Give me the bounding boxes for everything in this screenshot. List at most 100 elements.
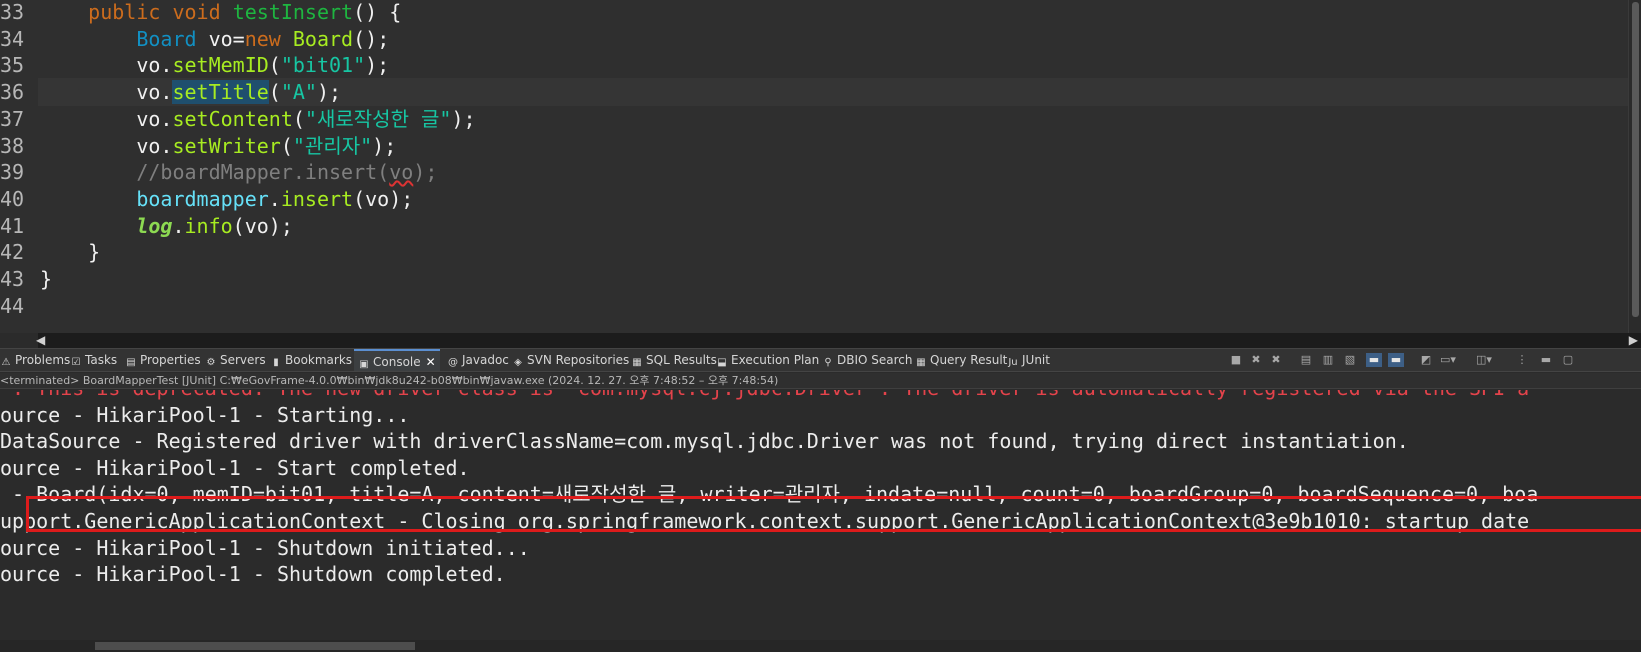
- code-token: () {: [353, 0, 402, 24]
- code-token: (: [292, 106, 305, 131]
- code-line[interactable]: 41 log.info(vo);: [0, 212, 1628, 240]
- show-on-stdout-icon[interactable]: ▬: [1366, 353, 1382, 367]
- code-line[interactable]: 35 vo.setMemID("bit01");: [0, 51, 1628, 79]
- code-token: );: [316, 80, 342, 105]
- console-line: ource - HikariPool-1 - Starting...: [0, 402, 410, 427]
- bookmarks-icon: ▮: [273, 357, 279, 368]
- clear-console-icon[interactable]: ▤: [1298, 353, 1314, 367]
- remove-launch-icon[interactable]: ✖: [1248, 353, 1264, 367]
- code-token: (: [268, 53, 281, 78]
- tab-execution-plan[interactable]: ⬓ Execution Plan: [716, 349, 819, 371]
- code-token: "관리자": [292, 133, 373, 158]
- scroll-left-icon[interactable]: ◀: [36, 333, 45, 348]
- line-number: 39: [0, 160, 25, 185]
- line-number: 35: [0, 53, 25, 78]
- tab-query-result[interactable]: ▦ Query Result: [915, 349, 1007, 371]
- code-line[interactable]: 37 vo.setContent("새로작성한 글");: [0, 105, 1628, 133]
- tab-bookmarks[interactable]: ▮ Bookmarks: [270, 349, 352, 371]
- code-token: .: [172, 213, 185, 238]
- code-text: vo.setContent("새로작성한 글");: [40, 105, 476, 133]
- open-console-icon[interactable]: ◫▾: [1476, 353, 1492, 367]
- line-number: 44: [0, 293, 25, 318]
- console-line: ource - HikariPool-1 - Shutdown initiate…: [0, 535, 530, 560]
- code-line[interactable]: 36 vo.setTitle("A");: [0, 78, 1628, 107]
- tab-servers[interactable]: ⚙ Servers: [205, 349, 266, 371]
- view-menu-icon[interactable]: ⋮: [1514, 353, 1530, 367]
- tab-label: Console: [373, 355, 421, 369]
- console-horizontal-scrollbar-thumb[interactable]: [95, 642, 415, 650]
- tab-label: Javadoc: [462, 353, 509, 367]
- tab-sql-results[interactable]: ▦ SQL Results: [631, 349, 717, 371]
- minimize-icon[interactable]: ▬: [1538, 353, 1554, 367]
- tab-junit[interactable]: Ju JUnit: [1007, 349, 1050, 371]
- console-line: ource - HikariPool-1 - Shutdown complete…: [0, 562, 506, 587]
- scroll-lock-icon[interactable]: ▥: [1320, 353, 1336, 367]
- console-line: ource - HikariPool-1 - Start completed.: [0, 455, 470, 480]
- tab-properties[interactable]: ▤ Properties: [125, 349, 200, 371]
- code-token: setContent: [172, 106, 293, 131]
- code-token: vo.: [40, 106, 173, 131]
- code-token: vo.: [40, 133, 173, 158]
- code-line[interactable]: 42 }: [0, 238, 1628, 266]
- query-result-icon: ▦: [916, 357, 926, 368]
- code-line[interactable]: 44: [0, 292, 1628, 320]
- code-token: setMemID: [172, 53, 269, 78]
- line-number: 43: [0, 267, 25, 291]
- display-console-icon[interactable]: ▭▾: [1440, 353, 1456, 367]
- tab-problems[interactable]: ⚠ Problems: [0, 349, 71, 371]
- show-on-stderr-icon[interactable]: ▬: [1388, 353, 1404, 367]
- tab-label: Execution Plan: [731, 353, 820, 367]
- code-line[interactable]: 33 public void testInsert() {: [0, 0, 1628, 26]
- code-token: (: [268, 80, 281, 105]
- console-horizontal-scrollbar[interactable]: [0, 640, 1641, 652]
- tab-javadoc[interactable]: @ Javadoc: [447, 349, 509, 371]
- code-token: vo=: [196, 26, 245, 51]
- code-token: "새로작성한 글": [304, 106, 452, 131]
- code-token: boardmapper: [136, 186, 269, 211]
- code-line[interactable]: 34 Board vo=new Board();: [0, 25, 1628, 53]
- tab-dbio-search[interactable]: ⚲ DBIO Search: [822, 349, 912, 371]
- pin-console-icon[interactable]: ◩: [1418, 353, 1434, 367]
- code-line[interactable]: 38 vo.setWriter("관리자");: [0, 132, 1628, 160]
- code-token: info: [184, 213, 233, 238]
- close-icon[interactable]: ✕: [426, 355, 436, 369]
- code-token: log: [136, 213, 173, 238]
- code-token: );: [413, 160, 438, 185]
- tab-tasks[interactable]: ☑ Tasks: [70, 349, 118, 371]
- tab-label: SVN Repositories: [527, 353, 630, 367]
- sql-results-icon: ▦: [632, 357, 642, 368]
- word-wrap-icon[interactable]: ▧: [1342, 353, 1358, 367]
- editor-horizontal-scrollbar[interactable]: ◀ ▶: [36, 333, 1641, 348]
- view-tab-bar: ⚠ Problems ☑ Tasks ▤ Properties ⚙ Servers ▮ Bookm…: [0, 348, 1641, 372]
- code-editor[interactable]: 33 public void testInsert() {34 Board vo…: [0, 0, 1641, 333]
- editor-vertical-scrollbar-thumb[interactable]: [1632, 2, 1639, 317]
- code-token: vo.: [40, 80, 173, 105]
- code-token: ();: [353, 26, 390, 51]
- code-token: (vo);: [232, 213, 293, 238]
- tab-label: Problems: [15, 353, 71, 367]
- scroll-right-icon[interactable]: ▶: [1629, 333, 1638, 348]
- code-token: void: [172, 0, 221, 24]
- remove-all-terminated-icon[interactable]: ✖: [1268, 353, 1284, 367]
- code-token: setTitle: [172, 80, 269, 105]
- maximize-icon[interactable]: ▢: [1560, 353, 1576, 367]
- code-line[interactable]: 39 //boardMapper.insert(vo);: [0, 158, 1628, 186]
- code-text: }: [40, 238, 100, 266]
- tab-console[interactable]: ▣ Console ✕: [354, 349, 440, 371]
- code-line[interactable]: 43}: [0, 265, 1628, 293]
- tab-label: Servers: [220, 353, 266, 367]
- terminate-icon[interactable]: ■: [1228, 353, 1244, 367]
- editor-vertical-scrollbar[interactable]: [1628, 0, 1641, 333]
- code-token: insert: [280, 186, 354, 211]
- servers-icon: ⚙: [206, 357, 216, 368]
- code-token: setWriter: [172, 133, 281, 158]
- code-text: log.info(vo);: [40, 212, 293, 240]
- tab-svn-repositories[interactable]: ◈ SVN Repositories: [512, 349, 629, 371]
- tasks-icon: ☑: [71, 357, 81, 368]
- code-token: );: [451, 106, 476, 131]
- code-line[interactable]: 40 boardmapper.insert(vo);: [0, 185, 1628, 213]
